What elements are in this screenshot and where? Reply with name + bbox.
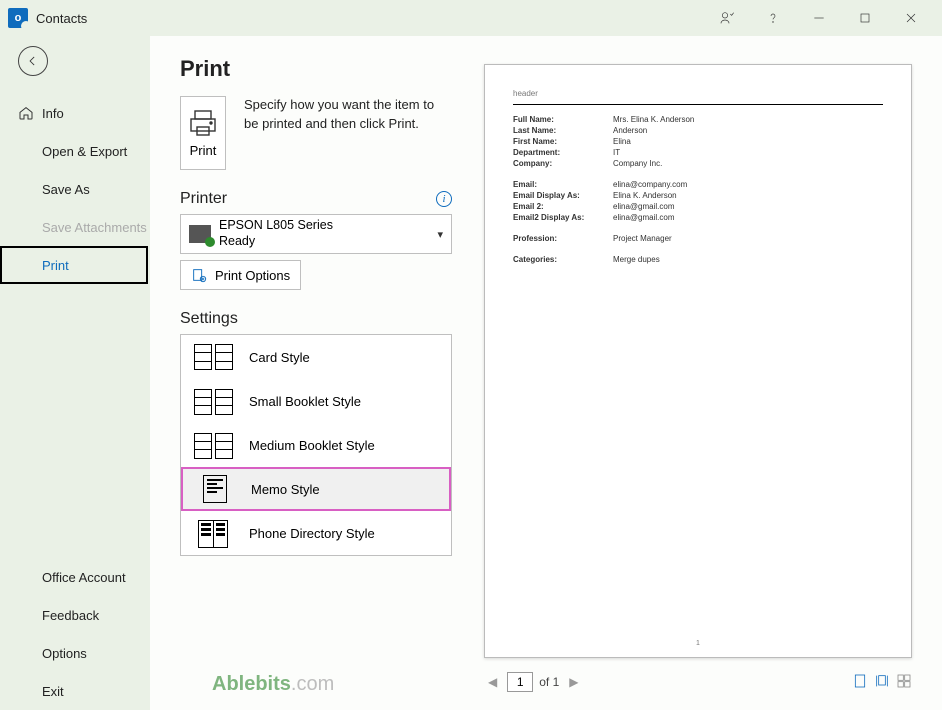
field-profession-label: Profession: (513, 234, 613, 243)
sidebar-item-open-export[interactable]: Open & Export (0, 132, 150, 170)
field-company-label: Company: (513, 159, 613, 168)
pager-next[interactable]: ▶ (565, 675, 582, 689)
close-button[interactable] (888, 3, 934, 33)
field-full-name-label: Full Name: (513, 115, 613, 124)
field-email-display-value: Elina K. Anderson (613, 191, 677, 200)
settings-section-label: Settings (180, 310, 238, 328)
preview-page-number: 1 (513, 640, 883, 647)
style-phone-directory[interactable]: Phone Directory Style (181, 511, 451, 555)
printer-dropdown[interactable]: EPSON L805 Series Ready ▾ (180, 214, 452, 254)
one-page-button[interactable] (874, 673, 890, 692)
sidebar-item-print[interactable]: Print (0, 246, 148, 284)
style-small-booklet-label: Small Booklet Style (249, 394, 361, 409)
card-style-icon (193, 343, 233, 371)
printer-section-label: Printer (180, 190, 227, 208)
print-options-icon (191, 267, 207, 283)
field-categories-label: Categories: (513, 255, 613, 264)
preview-page: header Full Name:Mrs. Elina K. Anderson … (484, 64, 912, 658)
minimize-button[interactable] (796, 3, 842, 33)
style-card-label: Card Style (249, 350, 310, 365)
field-email2-label: Email 2: (513, 202, 613, 211)
field-email2-value: elina@gmail.com (613, 202, 674, 211)
back-button[interactable] (18, 46, 48, 76)
print-options-button[interactable]: Print Options (180, 260, 301, 290)
field-email-label: Email: (513, 180, 613, 189)
print-description: Specify how you want the item to be prin… (244, 96, 452, 134)
coming-soon-icon[interactable] (704, 3, 750, 33)
help-button[interactable] (750, 3, 796, 33)
pager-of-text: of 1 (539, 675, 559, 689)
sidebar-item-exit[interactable]: Exit (0, 672, 150, 710)
field-full-name-value: Mrs. Elina K. Anderson (613, 115, 694, 124)
page-title: Print (180, 56, 452, 82)
sidebar-item-info[interactable]: Info (0, 94, 150, 132)
field-first-name-value: Elina (613, 137, 631, 146)
field-last-name-value: Anderson (613, 126, 647, 135)
print-options-label: Print Options (215, 268, 290, 283)
style-medium-booklet-label: Medium Booklet Style (249, 438, 375, 453)
actual-size-button[interactable] (852, 673, 868, 692)
print-preview-pane: header Full Name:Mrs. Elina K. Anderson … (470, 36, 942, 710)
memo-style-icon (195, 475, 235, 503)
print-button[interactable]: Print (180, 96, 226, 170)
print-style-list: Card Style Small Booklet Style Medium Bo… (180, 334, 452, 556)
sidebar-item-options[interactable]: Options (0, 634, 150, 672)
field-email-value: elina@company.com (613, 180, 687, 189)
pager-current-input[interactable] (507, 672, 533, 692)
sidebar-label-info: Info (42, 106, 64, 121)
printer-icon (187, 109, 219, 137)
style-small-booklet[interactable]: Small Booklet Style (181, 379, 451, 423)
style-phone-label: Phone Directory Style (249, 526, 375, 541)
pager-prev[interactable]: ◀ (484, 675, 501, 689)
field-department-label: Department: (513, 148, 613, 157)
style-card[interactable]: Card Style (181, 335, 451, 379)
preview-header: header (513, 89, 883, 98)
field-last-name-label: Last Name: (513, 126, 613, 135)
sidebar-item-office-account[interactable]: Office Account (0, 558, 150, 596)
printer-name: EPSON L805 Series (219, 218, 333, 234)
printer-status: Ready (219, 234, 333, 250)
field-profession-value: Project Manager (613, 234, 672, 243)
field-first-name-label: First Name: (513, 137, 613, 146)
sidebar-item-feedback[interactable]: Feedback (0, 596, 150, 634)
field-department-value: IT (613, 148, 620, 157)
window-title: Contacts (36, 11, 87, 26)
field-email-display-label: Email Display As: (513, 191, 613, 200)
field-email2-display-label: Email2 Display As: (513, 213, 613, 222)
field-email2-display-value: elina@gmail.com (613, 213, 674, 222)
style-medium-booklet[interactable]: Medium Booklet Style (181, 423, 451, 467)
sidebar-item-save-as[interactable]: Save As (0, 170, 150, 208)
small-booklet-icon (193, 388, 233, 416)
multi-page-button[interactable] (896, 673, 912, 692)
field-categories-value: Merge dupes (613, 255, 660, 264)
outlook-app-icon: o (8, 8, 28, 28)
medium-booklet-icon (193, 432, 233, 460)
phone-directory-icon (193, 520, 233, 548)
printer-info-icon[interactable]: i (436, 191, 452, 207)
ablebits-watermark: Ablebits.com (212, 673, 334, 696)
field-company-value: Company Inc. (613, 159, 662, 168)
printer-device-icon (189, 225, 211, 243)
style-memo-label: Memo Style (251, 482, 320, 497)
style-memo[interactable]: Memo Style (181, 467, 451, 511)
print-button-label: Print (190, 143, 217, 158)
backstage-sidebar: Info Open & Export Save As Save Attachme… (0, 36, 150, 710)
chevron-down-icon: ▾ (437, 228, 443, 241)
maximize-button[interactable] (842, 3, 888, 33)
sidebar-item-save-attachments: Save Attachments (0, 208, 150, 246)
